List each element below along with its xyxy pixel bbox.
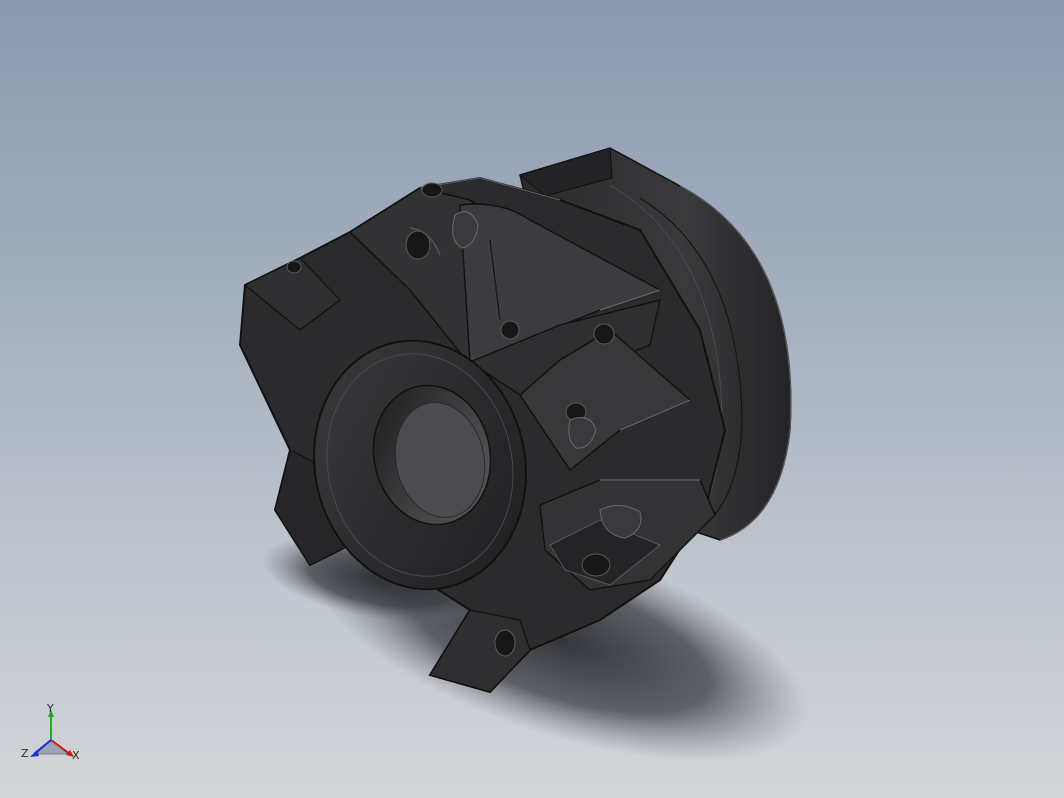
x-axis-label: X [72,749,80,762]
y-axis-label: Y [47,702,54,715]
z-axis-label: Z [21,747,29,760]
view-orientation-triad[interactable]: Y Z X [18,700,88,770]
model-view[interactable] [0,0,1064,798]
graphics-viewport[interactable]: Y Z X [0,0,1064,798]
